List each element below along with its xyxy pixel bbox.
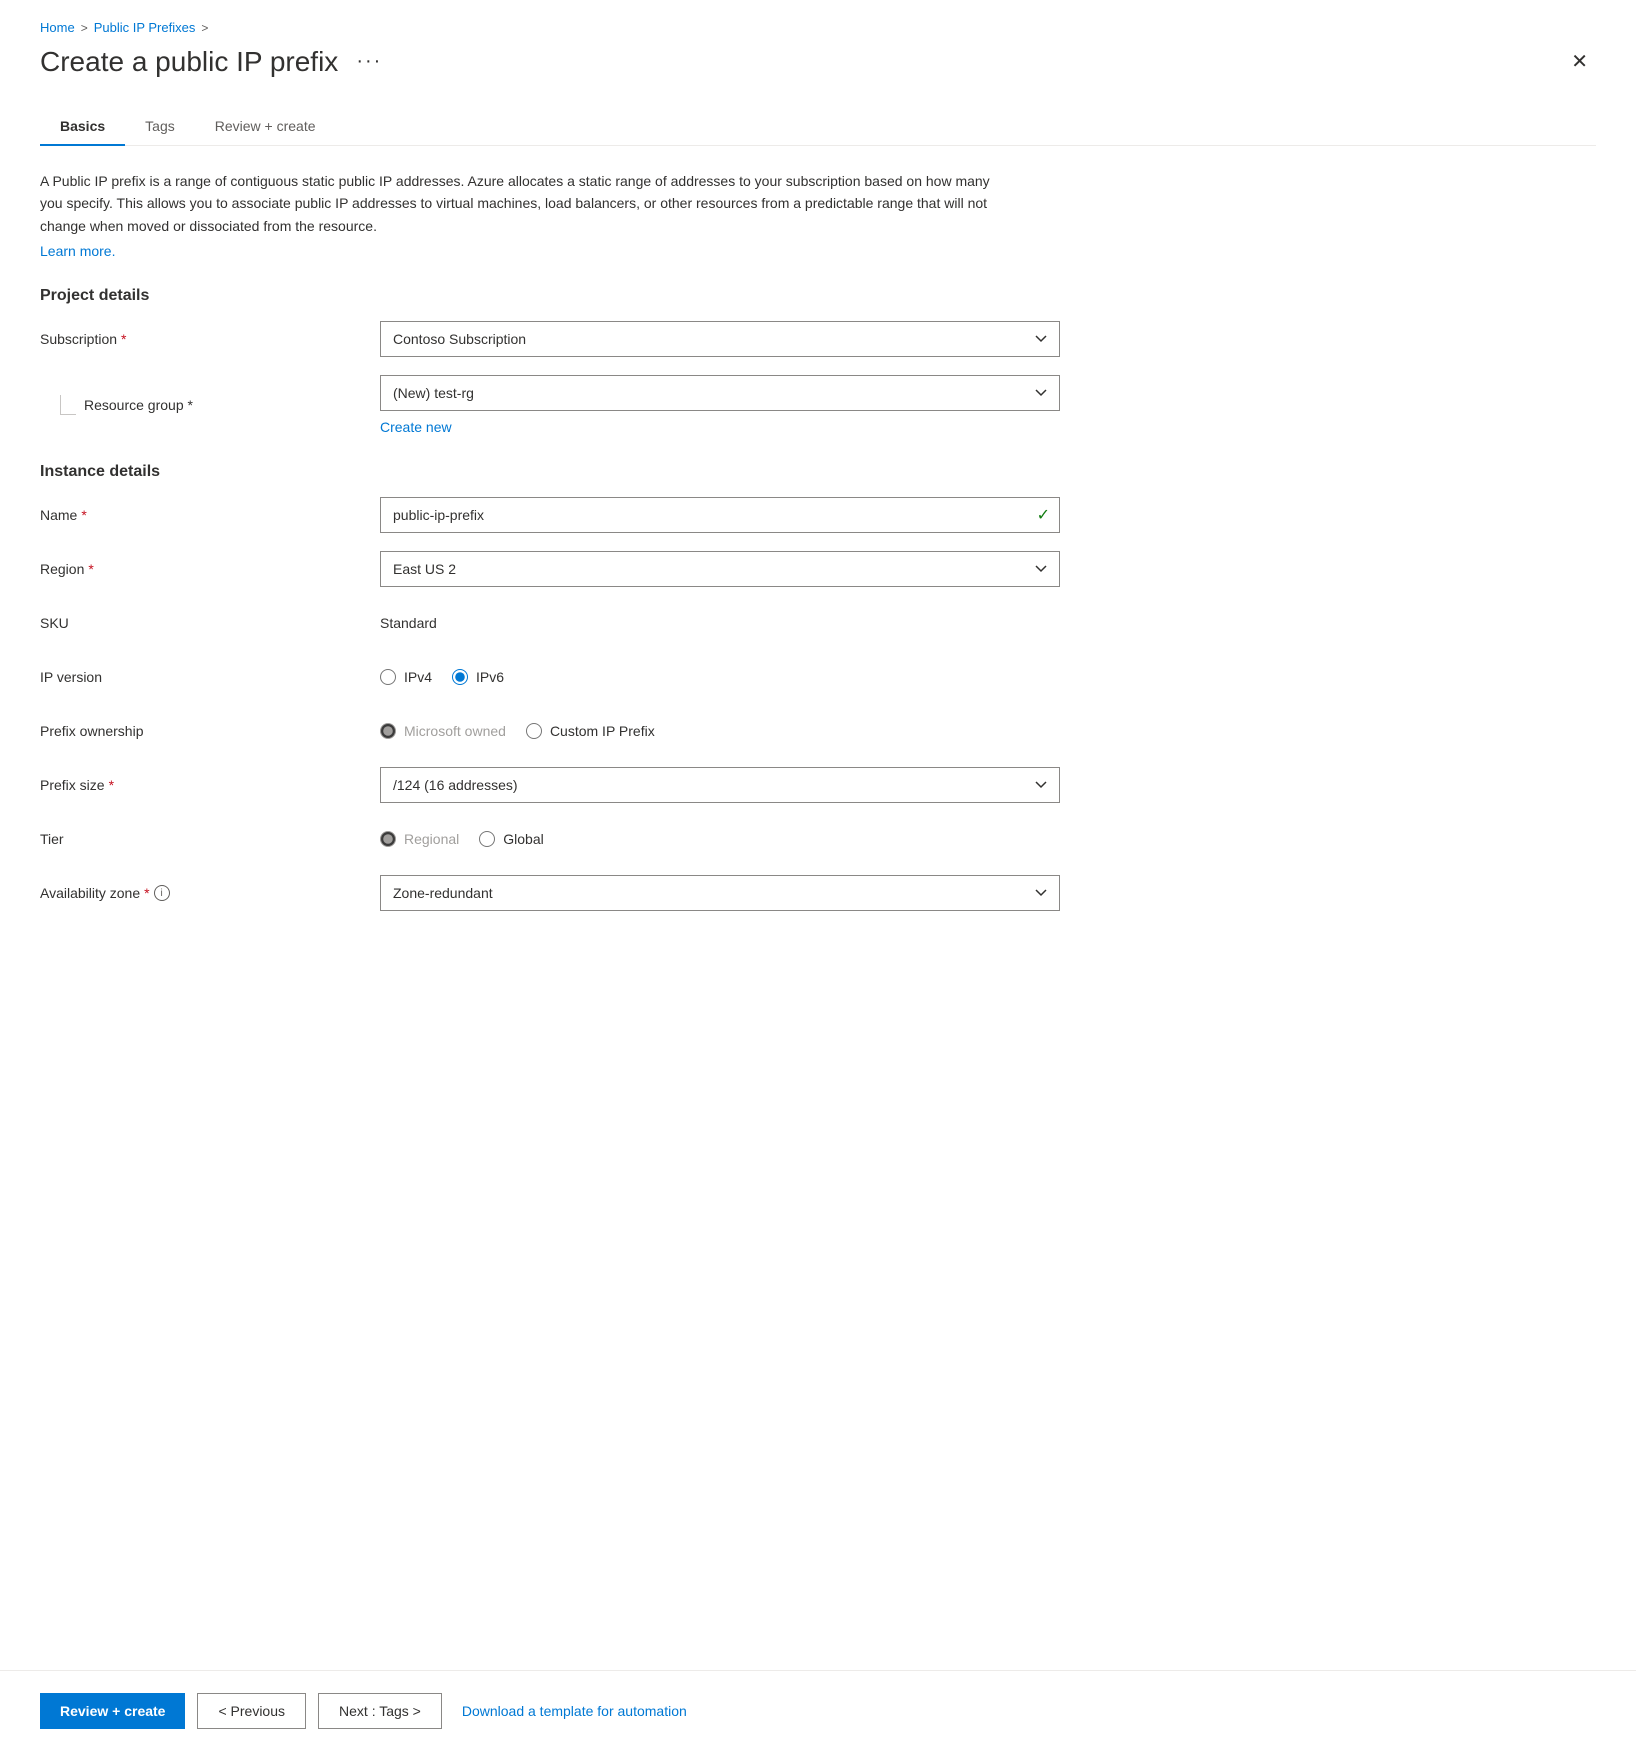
ellipsis-button[interactable]: ··· <box>350 48 388 75</box>
region-row: Region * East US 2 <box>40 551 1596 587</box>
name-input[interactable] <box>380 497 1060 533</box>
prefix-size-control: /124 (16 addresses) <box>380 767 1060 803</box>
name-valid-icon: ✓ <box>1037 505 1050 525</box>
prefix-size-label: Prefix size * <box>40 777 380 793</box>
availability-zone-label: Availability zone * i <box>40 885 380 901</box>
create-new-resource-group-link[interactable]: Create new <box>380 419 452 435</box>
ip-version-ipv6-label: IPv6 <box>476 669 504 685</box>
availability-zone-info-icon[interactable]: i <box>154 885 170 901</box>
breadcrumb-public-ip-prefixes[interactable]: Public IP Prefixes <box>94 20 196 35</box>
page-title: Create a public IP prefix <box>40 46 338 78</box>
form-description: A Public IP prefix is a range of contigu… <box>40 170 1000 237</box>
prefix-ownership-control: Microsoft owned Custom IP Prefix <box>380 723 1060 739</box>
subscription-required: * <box>121 331 126 347</box>
page-header: Create a public IP prefix ··· ✕ <box>40 45 1596 78</box>
review-create-button[interactable]: Review + create <box>40 1693 185 1729</box>
name-input-wrap: ✓ <box>380 497 1060 533</box>
region-label: Region * <box>40 561 380 577</box>
next-button[interactable]: Next : Tags > <box>318 1693 442 1729</box>
ip-version-control: IPv4 IPv6 <box>380 669 1060 685</box>
tier-label: Tier <box>40 831 380 847</box>
prefix-ownership-custom-label: Custom IP Prefix <box>550 723 655 739</box>
ip-version-ipv4-label: IPv4 <box>404 669 432 685</box>
prefix-ownership-microsoft-radio[interactable] <box>380 723 396 739</box>
ip-version-row: IP version IPv4 IPv6 <box>40 659 1596 695</box>
availability-zone-row: Availability zone * i Zone-redundant <box>40 875 1596 911</box>
tabs-container: Basics Tags Review + create <box>40 108 1596 146</box>
sku-label: SKU <box>40 615 380 631</box>
tier-row: Tier Regional Global <box>40 821 1596 857</box>
instance-details-title: Instance details <box>40 463 1596 481</box>
ip-version-radio-group: IPv4 IPv6 <box>380 669 1060 685</box>
footer: Review + create < Previous Next : Tags >… <box>0 1670 1636 1750</box>
sku-row: SKU Standard <box>40 605 1596 641</box>
region-select[interactable]: East US 2 <box>380 551 1060 587</box>
resource-group-select[interactable]: (New) test-rg <box>380 375 1060 411</box>
tier-global-label: Global <box>503 831 543 847</box>
subscription-control: Contoso Subscription <box>380 321 1060 357</box>
learn-more-link[interactable]: Learn more. <box>40 243 115 259</box>
breadcrumb-sep2: > <box>201 21 208 35</box>
region-required: * <box>88 561 93 577</box>
tier-regional-option[interactable]: Regional <box>380 831 459 847</box>
tier-radio-group: Regional Global <box>380 831 1060 847</box>
download-template-link[interactable]: Download a template for automation <box>462 1703 687 1719</box>
project-details-title: Project details <box>40 287 1596 305</box>
ip-version-ipv6-option[interactable]: IPv6 <box>452 669 504 685</box>
tab-review-create[interactable]: Review + create <box>195 108 336 146</box>
availability-zone-control: Zone-redundant <box>380 875 1060 911</box>
breadcrumb-home[interactable]: Home <box>40 20 75 35</box>
resource-group-row: Resource group * (New) test-rg Create ne… <box>40 375 1596 435</box>
name-required: * <box>81 507 86 523</box>
tier-control: Regional Global <box>380 831 1060 847</box>
resource-group-control: (New) test-rg Create new <box>380 375 1060 435</box>
resource-group-label: Resource group * <box>84 397 193 413</box>
tier-global-option[interactable]: Global <box>479 831 543 847</box>
prefix-ownership-microsoft-label: Microsoft owned <box>404 723 506 739</box>
name-label: Name * <box>40 507 380 523</box>
ip-version-ipv4-option[interactable]: IPv4 <box>380 669 432 685</box>
ip-version-ipv4-radio[interactable] <box>380 669 396 685</box>
name-row: Name * ✓ <box>40 497 1596 533</box>
tier-global-radio[interactable] <box>479 831 495 847</box>
prefix-ownership-custom-option[interactable]: Custom IP Prefix <box>526 723 655 739</box>
availability-zone-select[interactable]: Zone-redundant <box>380 875 1060 911</box>
ip-version-ipv6-radio[interactable] <box>452 669 468 685</box>
prefix-ownership-microsoft-option[interactable]: Microsoft owned <box>380 723 506 739</box>
prefix-ownership-radio-group: Microsoft owned Custom IP Prefix <box>380 723 1060 739</box>
prefix-size-select[interactable]: /124 (16 addresses) <box>380 767 1060 803</box>
form-content: A Public IP prefix is a range of contigu… <box>40 170 1596 1029</box>
prefix-size-row: Prefix size * /124 (16 addresses) <box>40 767 1596 803</box>
subscription-select[interactable]: Contoso Subscription <box>380 321 1060 357</box>
tab-tags[interactable]: Tags <box>125 108 195 146</box>
resource-group-indent: Resource group * <box>40 395 380 415</box>
availability-zone-required: * <box>144 885 149 901</box>
prefix-ownership-row: Prefix ownership Microsoft owned Custom … <box>40 713 1596 749</box>
tier-regional-label: Regional <box>404 831 459 847</box>
prefix-size-required: * <box>109 777 114 793</box>
page-title-row: Create a public IP prefix ··· <box>40 46 388 78</box>
region-control: East US 2 <box>380 551 1060 587</box>
name-control: ✓ <box>380 497 1060 533</box>
tab-basics[interactable]: Basics <box>40 108 125 146</box>
prefix-ownership-custom-radio[interactable] <box>526 723 542 739</box>
previous-button[interactable]: < Previous <box>197 1693 306 1729</box>
prefix-ownership-label: Prefix ownership <box>40 723 380 739</box>
breadcrumb-sep1: > <box>81 21 88 35</box>
subscription-label: Subscription * <box>40 331 380 347</box>
resource-group-required: * <box>188 397 193 413</box>
sku-value: Standard <box>380 615 1060 631</box>
close-button[interactable]: ✕ <box>1563 45 1596 78</box>
breadcrumb: Home > Public IP Prefixes > <box>40 20 1596 35</box>
subscription-row: Subscription * Contoso Subscription <box>40 321 1596 357</box>
ip-version-label: IP version <box>40 669 380 685</box>
tier-regional-radio[interactable] <box>380 831 396 847</box>
